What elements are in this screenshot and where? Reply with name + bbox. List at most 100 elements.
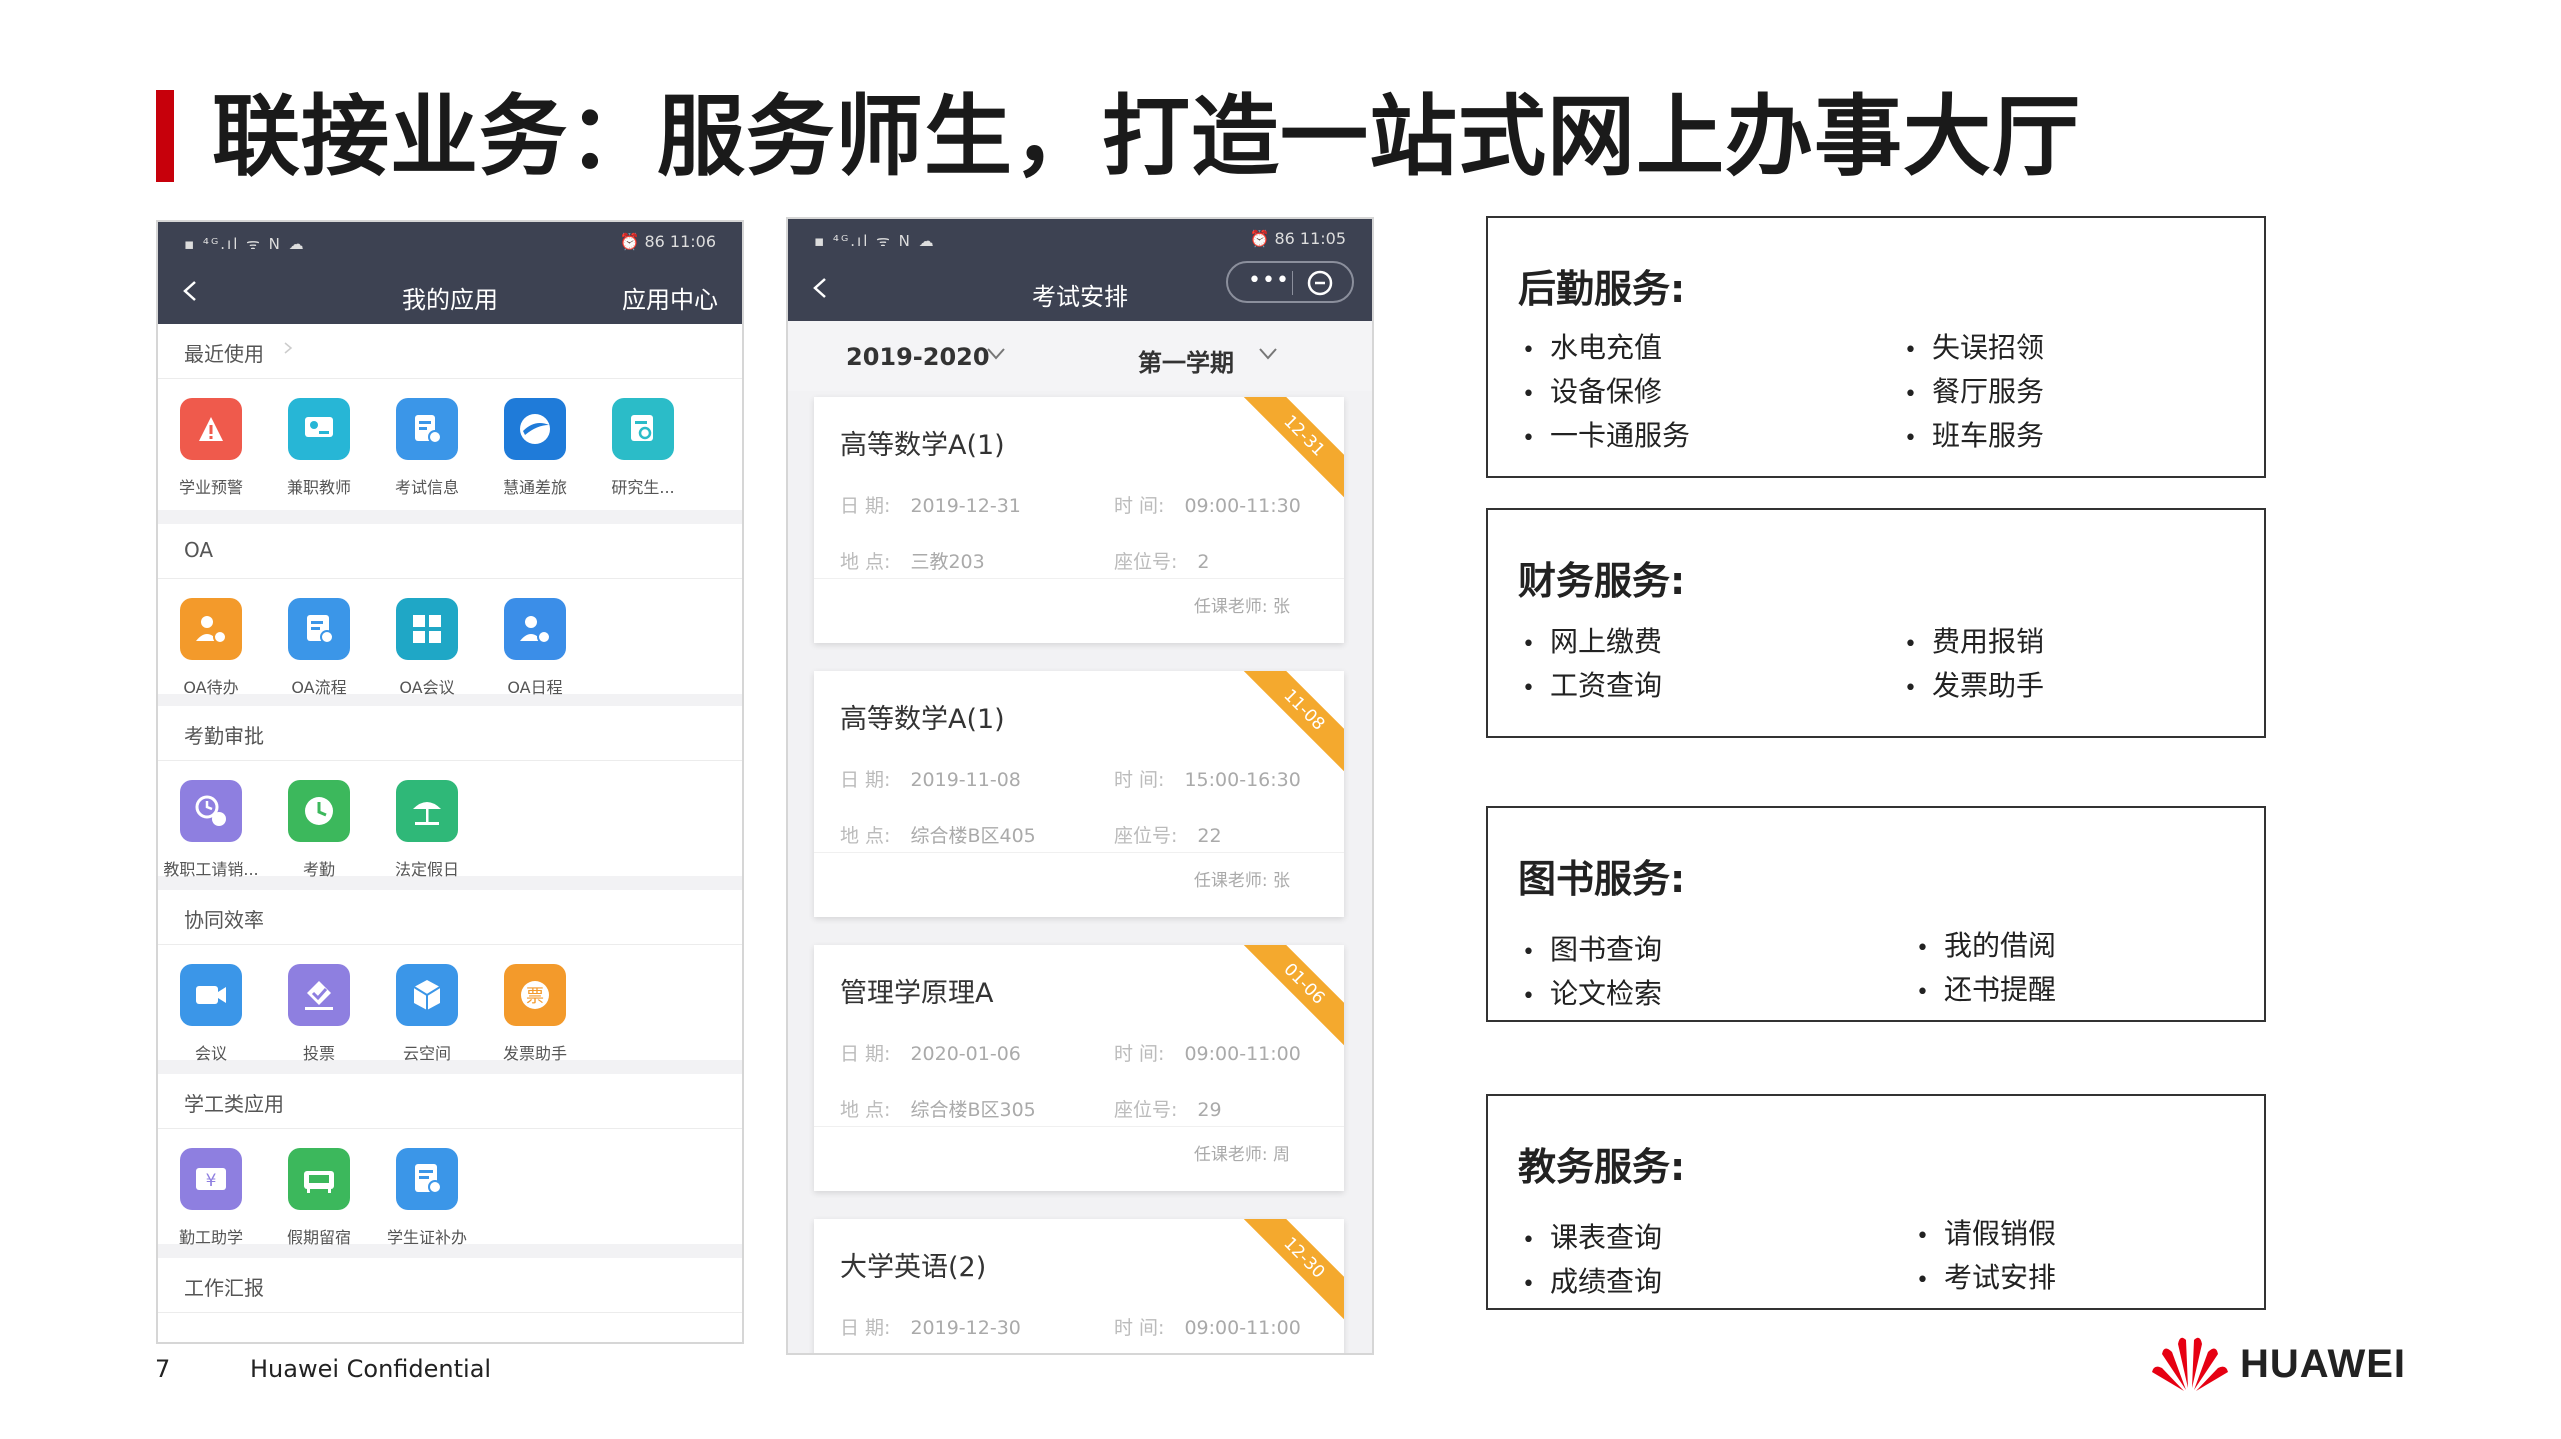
app-tile[interactable]: 慧通差旅 — [480, 398, 590, 498]
card-divider — [814, 852, 1344, 853]
huawei-logo-text: HUAWEI — [2240, 1342, 2406, 1386]
app-tile[interactable]: 云空间 — [372, 964, 482, 1064]
service-item-label: 费用报销 — [1932, 625, 2045, 658]
service-item: • 工资查询 — [1522, 669, 1663, 702]
app-tile[interactable]: OA会议 — [372, 598, 482, 698]
app-tile[interactable]: 学业预警 — [158, 398, 266, 498]
bed-icon — [304, 1171, 334, 1193]
service-item: • 图书查询 — [1522, 933, 1663, 966]
exam-card[interactable]: 11-08 高等数学A(1) 日 期: 2019-11-08 时 间: 15:00-… — [814, 671, 1344, 917]
section-divider — [158, 578, 742, 579]
field-label: 日 期: — [840, 1317, 891, 1339]
app-label: 考勤 — [302, 860, 335, 879]
mini-program-menu[interactable]: ••• — [1226, 261, 1354, 303]
app-label: 投票 — [302, 1044, 335, 1063]
exam-teacher-row: 任课老师: 张 — [1194, 592, 1290, 617]
exam-card[interactable]: 01-06 管理学原理A 日 期: 2020-01-06 时 间: 09:00-11… — [814, 945, 1344, 1191]
filter-bar: 2019-2020 第一学期 — [788, 321, 1372, 391]
field-label: 时 间: — [1114, 1043, 1165, 1065]
app-icon-bg — [180, 598, 242, 660]
exam-date-ribbon: 12-30 — [1236, 1219, 1344, 1326]
exam-course-name: 管理学原理A — [840, 978, 994, 1009]
exam-time: 09:00-11:00 — [1184, 1043, 1301, 1065]
service-item-label: 设备保修 — [1550, 375, 1663, 408]
app-tile[interactable]: 学生证补办 — [372, 1148, 482, 1248]
app-tile[interactable]: 教职工请销... — [158, 780, 266, 880]
exam-course-name: 高等数学A(1) — [840, 430, 1005, 461]
service-item-label: 一卡通服务 — [1550, 419, 1691, 452]
service-box: 图书服务: • 图书查询 • 论文检索 • 我的借阅 • 还书提醒 — [1486, 806, 2266, 1022]
app-label: OA日程 — [507, 678, 563, 697]
service-item-label: 水电充值 — [1550, 331, 1663, 364]
service-item: • 还书提醒 — [1916, 973, 2057, 1006]
exam-card[interactable]: 12-30 大学英语(2) 日 期: 2019-12-30 时 间: 09:00-1… — [814, 1219, 1344, 1353]
app-tile[interactable]: ¥ 勤工助学 — [158, 1148, 266, 1248]
teacher-board-icon — [305, 417, 333, 437]
app-tile[interactable]: OA待办 — [158, 598, 266, 698]
app-tile[interactable]: OA流程 — [264, 598, 374, 698]
app-tile[interactable]: 考勤 — [264, 780, 374, 880]
exam-seat-row: 座位号: 2 — [1114, 547, 1210, 574]
close-circle-icon[interactable] — [1306, 269, 1334, 297]
app-icon-bg — [396, 1148, 458, 1210]
exam-date-row: 日 期: 2020-01-06 — [840, 1039, 1021, 1066]
app-tile[interactable]: 假期留宿 — [264, 1148, 374, 1248]
section-title: 协同效率 — [184, 908, 264, 932]
year-select[interactable]: 2019-2020 — [846, 343, 990, 371]
app-icon-bg — [180, 398, 242, 460]
app-icon-bg — [288, 780, 350, 842]
clock-icon — [305, 797, 333, 825]
service-title: 后勤服务: — [1518, 267, 1686, 311]
status-bar-right: ⏰ 86 11:06 — [619, 232, 716, 251]
exam-place: 三教203 — [910, 551, 985, 573]
app-tile[interactable]: 投票 — [264, 964, 374, 1064]
app-label: 兼职教师 — [286, 478, 351, 497]
app-tile[interactable]: 研究生... — [588, 398, 698, 498]
card-divider — [814, 578, 1344, 579]
section-divider — [158, 944, 742, 945]
search-document-icon — [631, 415, 653, 441]
service-item-label: 餐厅服务 — [1932, 375, 2045, 408]
section-divider — [158, 1312, 742, 1313]
app-tile[interactable]: 兼职教师 — [264, 398, 374, 498]
app-label: 假期留宿 — [286, 1228, 351, 1247]
more-dots-icon[interactable]: ••• — [1248, 269, 1290, 293]
process-icon — [307, 615, 334, 644]
money-icon: ¥ — [196, 1168, 226, 1191]
app-label: 研究生... — [611, 478, 675, 497]
airplane-icon — [520, 414, 550, 444]
exam-card[interactable]: 12-31 高等数学A(1) 日 期: 2019-12-31 时 间: 09:00-… — [814, 397, 1344, 643]
app-tile[interactable]: 会议 — [158, 964, 266, 1064]
app-tile[interactable]: OA日程 — [480, 598, 590, 698]
app-icon-bg — [396, 780, 458, 842]
exam-seat: 22 — [1197, 825, 1222, 847]
chevron-down-icon[interactable] — [1258, 347, 1278, 361]
section-title: 最近使用 — [184, 342, 264, 366]
service-item-label: 图书查询 — [1550, 933, 1663, 966]
service-item-label: 还书提醒 — [1944, 973, 2057, 1006]
app-section: OA OA待办 OA流程 OA会议 OA日程 — [158, 524, 742, 697]
app-label: OA待办 — [183, 678, 239, 697]
service-box: 财务服务: • 网上缴费 • 工资查询 • 费用报销 • 发票助手 — [1486, 508, 2266, 738]
app-tile[interactable]: 票 发票助手 — [480, 964, 590, 1064]
chevron-down-icon[interactable] — [986, 347, 1006, 361]
exam-place-row: 地 点: 三教203 — [840, 547, 985, 574]
page-number: 7 — [155, 1355, 171, 1383]
service-item-label: 成绩查询 — [1550, 1265, 1663, 1298]
user-schedule-icon — [520, 616, 551, 644]
service-item-label: 失误招领 — [1932, 331, 2045, 364]
field-label: 日 期: — [840, 495, 891, 517]
section-divider — [158, 760, 742, 761]
app-tile[interactable]: 考试信息 — [372, 398, 482, 498]
app-section: 考勤审批 教职工请销... 考勤 法定假日 — [158, 706, 742, 879]
section-title: 学工类应用 — [184, 1092, 284, 1116]
exam-date: 2019-11-08 — [910, 769, 1021, 791]
app-tile[interactable]: 法定假日 — [372, 780, 482, 880]
app-center-link[interactable]: 应用中心 — [622, 280, 718, 315]
chevron-right-icon[interactable] — [282, 342, 294, 354]
app-icon-bg — [288, 598, 350, 660]
term-select[interactable]: 第一学期 — [1138, 343, 1234, 378]
service-item-label: 工资查询 — [1550, 669, 1663, 702]
service-item: • 网上缴费 — [1522, 625, 1663, 658]
field-label: 日 期: — [840, 1043, 891, 1065]
